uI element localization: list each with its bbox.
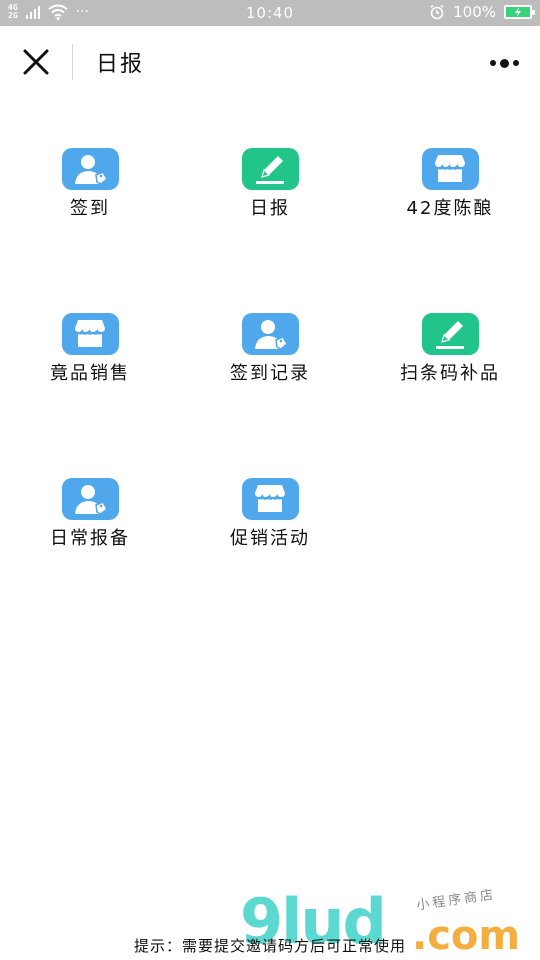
store-icon — [61, 313, 119, 355]
more-icon-dot — [512, 60, 519, 66]
tile-label: 42度陈酿 — [406, 198, 494, 219]
page-title: 日报 — [96, 52, 145, 77]
alarm-icon — [430, 4, 444, 20]
tile-promotion[interactable]: 促销活动 — [180, 478, 360, 550]
tile-label: 促销活动 — [230, 528, 310, 549]
hint-text: 提示：需要提交邀请码方后可正常使用 — [133, 937, 406, 955]
tile-scan-barcode[interactable]: 扫条码补品 — [360, 313, 540, 385]
feature-grid: 签到 日报 42度陈酿 竟品销售 签到记录 扫条码补品 日常报备 促销活动 — [0, 148, 540, 550]
status-right: 100% — [429, 3, 535, 21]
tile-label: 扫条码补品 — [400, 363, 500, 384]
battery-icon — [504, 5, 535, 19]
user-tag-icon — [241, 313, 299, 355]
pencil-icon — [421, 313, 479, 355]
title-bar: 日报 — [0, 26, 540, 100]
tile-competitor-sales[interactable]: 竟品销售 — [0, 313, 180, 385]
more-icon-dot — [489, 60, 496, 66]
status-bar: 4G 2G ··· 10:40 100% — [0, 0, 540, 26]
close-button[interactable] — [16, 42, 56, 82]
store-icon — [241, 478, 299, 520]
more-icon-dot — [499, 58, 509, 68]
watermark-tagline: 小程序商店 — [415, 887, 497, 914]
tile-label: 日常报备 — [50, 528, 130, 549]
tile-label: 签到记录 — [230, 363, 310, 384]
tile-daily-report[interactable]: 日报 — [180, 148, 360, 220]
more-button[interactable] — [484, 46, 524, 80]
store-icon — [421, 148, 479, 190]
tile-label: 竟品销售 — [50, 363, 130, 384]
user-tag-icon — [61, 478, 119, 520]
tile-checkin[interactable]: 签到 — [0, 148, 180, 220]
battery-percent: 100% — [453, 3, 496, 21]
tile-label: 签到 — [70, 198, 110, 219]
tile-aged-liquor[interactable]: 42度陈酿 — [360, 148, 540, 220]
title-divider — [72, 44, 73, 80]
tile-daily-filing[interactable]: 日常报备 — [0, 478, 180, 550]
tile-checkin-records[interactable]: 签到记录 — [180, 313, 360, 385]
pencil-icon — [241, 148, 299, 190]
close-icon — [23, 49, 49, 75]
user-tag-icon — [61, 148, 119, 190]
tile-label: 日报 — [250, 198, 290, 219]
